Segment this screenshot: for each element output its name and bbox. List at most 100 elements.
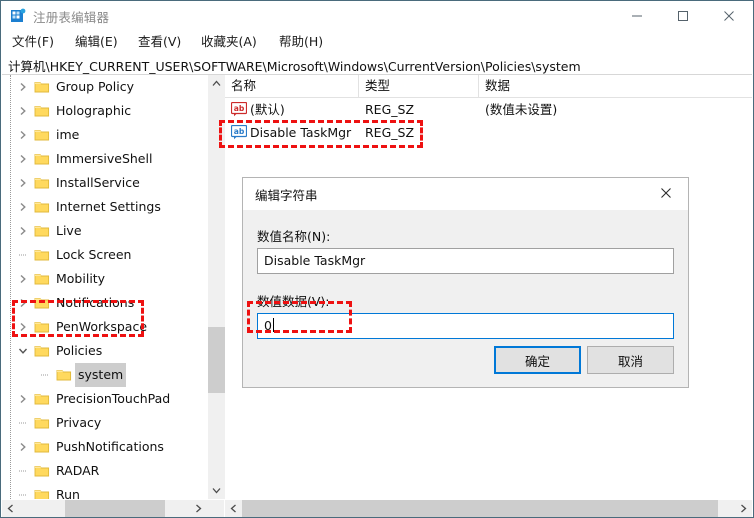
chevron-right-icon[interactable] <box>16 267 30 291</box>
menu-help[interactable]: 帮助(H) <box>276 33 326 51</box>
tree-hscroll-thumb[interactable] <box>65 500 165 517</box>
cancel-button[interactable]: 取消 <box>587 346 674 374</box>
chevron-right-icon[interactable] <box>16 147 30 171</box>
column-header-data[interactable]: 数据 <box>479 75 752 97</box>
tree-item-label: RADAR <box>56 463 100 478</box>
tree-item-system[interactable]: system <box>2 363 207 387</box>
tree-scroll-thumb[interactable] <box>208 327 225 393</box>
scroll-up-icon[interactable] <box>208 75 225 92</box>
tree-item-label: Run <box>56 487 80 499</box>
tree-item-label: Lock Screen <box>56 247 132 262</box>
edit-string-dialog: 编辑字符串 数值名称(N): Disable TaskMgr 数值数据(V): … <box>242 177 689 388</box>
tree-item-mobility[interactable]: Mobility <box>2 267 207 291</box>
tree-item-ime[interactable]: ime <box>2 123 207 147</box>
tree-horizontal-scrollbar[interactable] <box>2 499 224 517</box>
chevron-right-icon[interactable] <box>16 387 30 411</box>
registry-tree[interactable]: Group Policy Holographic ime ImmersiveShell… <box>2 75 207 499</box>
tree-item-lock-screen[interactable]: Lock Screen <box>2 243 207 267</box>
menu-edit[interactable]: 编辑(E) <box>72 33 121 51</box>
table-row[interactable]: ab (默认) REG_SZ (数值未设置) <box>225 98 752 121</box>
scroll-right-icon[interactable] <box>190 500 207 517</box>
table-row[interactable]: ab Disable TaskMgr REG_SZ <box>225 121 752 144</box>
tree-item-group-policy[interactable]: Group Policy <box>2 75 207 99</box>
chevron-down-icon[interactable] <box>16 339 30 363</box>
tree-item-notifications[interactable]: Notifications <box>2 291 207 315</box>
folder-icon <box>33 267 50 291</box>
ok-button[interactable]: 确定 <box>494 346 581 374</box>
chevron-right-icon[interactable] <box>16 291 30 315</box>
tree-item-label: Policies <box>56 343 103 358</box>
list-hscroll-thumb[interactable] <box>242 500 718 517</box>
tree-item-policies[interactable]: Policies <box>2 339 207 363</box>
folder-icon <box>33 483 50 499</box>
chevron-right-icon[interactable] <box>16 123 30 147</box>
folder-icon <box>33 75 50 99</box>
value-data-text: 0 <box>264 318 272 333</box>
folder-icon <box>33 459 50 483</box>
dialog-title-bar: 编辑字符串 <box>243 178 688 210</box>
chevron-right-icon[interactable] <box>16 219 30 243</box>
folder-icon <box>55 363 72 387</box>
chevron-right-icon[interactable] <box>16 315 30 339</box>
close-icon[interactable] <box>706 1 752 30</box>
address-bar[interactable]: 计算机\HKEY_CURRENT_USER\SOFTWARE\Microsoft… <box>2 54 752 75</box>
tree-item-internet-settings[interactable]: Internet Settings <box>2 195 207 219</box>
tree-item-label: PenWorkspace <box>56 319 148 334</box>
tree-leaf-connector <box>16 459 30 483</box>
tree-item-pushnotifications[interactable]: PushNotifications <box>2 435 207 459</box>
scroll-down-icon[interactable] <box>208 482 225 499</box>
chevron-right-icon[interactable] <box>16 171 30 195</box>
tree-item-run[interactable]: Run <box>2 483 207 499</box>
tree-item-installservice[interactable]: InstallService <box>2 171 207 195</box>
tree-item-holographic[interactable]: Holographic <box>2 99 207 123</box>
tree-item-label: InstallService <box>56 175 140 190</box>
menu-view[interactable]: 查看(V) <box>135 33 184 51</box>
tree-item-label: PrecisionTouchPad <box>56 391 171 406</box>
chevron-right-icon[interactable] <box>16 99 30 123</box>
title-bar: 注册表编辑器 <box>1 1 753 31</box>
value-data-input[interactable]: 0 <box>257 313 674 339</box>
folder-icon <box>33 195 50 219</box>
folder-icon <box>33 411 50 435</box>
tree-item-label: Internet Settings <box>56 199 161 214</box>
list-header: 名称 类型 数据 <box>225 75 752 98</box>
cell-data: (数值未设置) <box>485 102 558 117</box>
tree-item-label: Holographic <box>56 103 132 118</box>
tree-item-immersiveshell[interactable]: ImmersiveShell <box>2 147 207 171</box>
ab-string-icon: ab <box>230 124 248 140</box>
scroll-left-icon[interactable] <box>225 500 242 517</box>
registry-path-text: 计算机\HKEY_CURRENT_USER\SOFTWARE\Microsoft… <box>8 59 581 74</box>
chevron-right-icon[interactable] <box>16 435 30 459</box>
value-data-label: 数值数据(V): <box>257 294 330 309</box>
folder-icon <box>33 435 50 459</box>
list-horizontal-scrollbar[interactable] <box>225 499 752 517</box>
value-name-label: 数值名称(N): <box>257 229 331 244</box>
tree-item-live[interactable]: Live <box>2 219 207 243</box>
menu-file[interactable]: 文件(F) <box>9 33 57 51</box>
chevron-right-icon[interactable] <box>16 195 30 219</box>
tree-item-label: Group Policy <box>56 79 134 94</box>
column-header-type[interactable]: 类型 <box>359 75 479 97</box>
tree-leaf-connector <box>38 363 52 387</box>
folder-icon <box>33 219 50 243</box>
value-name-input[interactable]: Disable TaskMgr <box>257 248 674 274</box>
tree-item-label: PushNotifications <box>56 439 164 454</box>
column-header-name[interactable]: 名称 <box>225 75 359 97</box>
maximize-button[interactable] <box>660 1 706 30</box>
tree-item-penworkspace[interactable]: PenWorkspace <box>2 315 207 339</box>
scroll-right-icon[interactable] <box>735 500 752 517</box>
folder-icon <box>33 99 50 123</box>
menu-favorites[interactable]: 收藏夹(A) <box>198 33 260 51</box>
cell-name: Disable TaskMgr <box>250 125 352 140</box>
tree-leaf-connector <box>16 243 30 267</box>
tree-item-radar[interactable]: RADAR <box>2 459 207 483</box>
tree-item-privacy[interactable]: Privacy <box>2 411 207 435</box>
chevron-right-icon[interactable] <box>16 75 30 99</box>
tree-item-precisiontouchpad[interactable]: PrecisionTouchPad <box>2 387 207 411</box>
tree-item-label: Privacy <box>56 415 102 430</box>
minimize-button[interactable] <box>614 1 660 30</box>
tree-leaf-connector <box>16 483 30 499</box>
dialog-close-icon[interactable] <box>644 178 688 208</box>
scroll-left-icon[interactable] <box>2 500 19 517</box>
tree-vertical-scrollbar[interactable] <box>207 75 225 499</box>
